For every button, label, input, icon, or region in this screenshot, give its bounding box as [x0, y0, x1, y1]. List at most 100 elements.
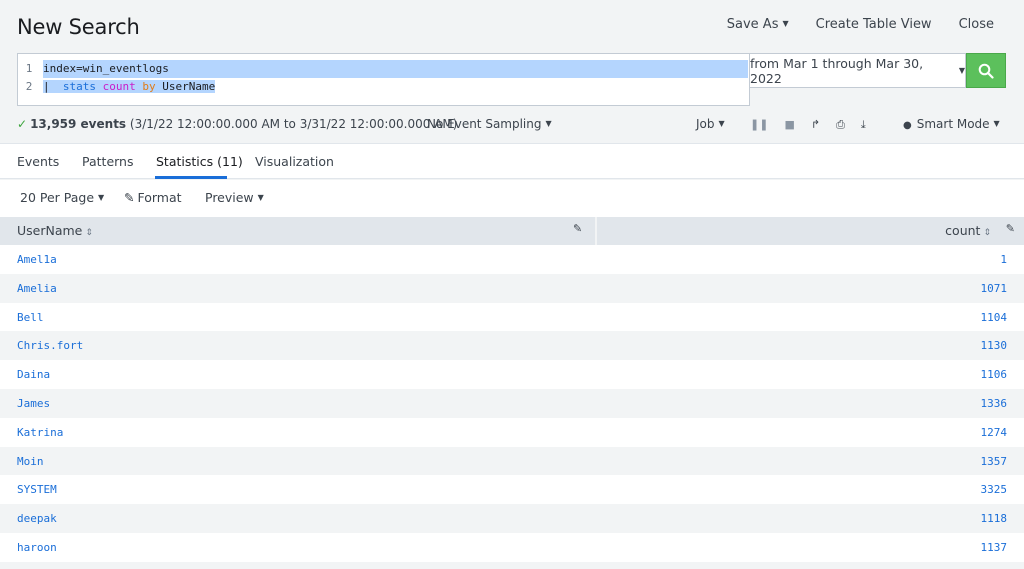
page-header: New Search Save As ▼ Create Table View Cl… — [0, 0, 1024, 50]
search-editor[interactable]: 1 2 index=win_eventlogs | stats count by… — [17, 53, 750, 106]
pencil-icon[interactable]: ✎ — [573, 222, 582, 235]
time-range-picker[interactable]: from Mar 1 through Mar 30, 2022 ▼ — [750, 53, 966, 88]
count-cell[interactable]: 1137 — [981, 541, 1008, 554]
column-header-username[interactable]: UserName ⇕ — [17, 223, 93, 238]
search-icon — [978, 63, 994, 79]
table-row: SYSTEM 3325 — [0, 475, 1024, 505]
chevron-down-icon: ▼ — [782, 19, 789, 28]
search-query[interactable]: index=win_eventlogs | stats count by Use… — [43, 60, 748, 96]
job-controls: ❚❚ ■ ↱ ⎙ ⤓ — [750, 118, 866, 132]
pencil-icon[interactable]: ✎ — [1006, 222, 1015, 235]
tab-visualization[interactable]: Visualization — [255, 154, 334, 169]
column-header-count[interactable]: count ⇕ — [945, 223, 991, 238]
event-sampling-dropdown[interactable]: No Event Sampling ▼ — [427, 117, 552, 131]
username-cell[interactable]: Amel1a — [17, 253, 57, 266]
export-icon[interactable]: ⤓ — [861, 118, 866, 132]
table-row: deepak 1118 — [0, 504, 1024, 533]
chevron-down-icon: ▼ — [718, 119, 725, 128]
save-as-label: Save As — [726, 17, 779, 32]
save-as-button[interactable]: Save As ▼ — [727, 17, 789, 32]
table-row: Daina 1106 — [0, 360, 1024, 389]
count-cell[interactable]: 1104 — [981, 311, 1008, 324]
username-cell[interactable]: Katrina — [17, 426, 63, 439]
table-row: haroon 1137 — [0, 532, 1024, 562]
share-icon[interactable]: ↱ — [811, 118, 820, 132]
count-cell[interactable]: 1130 — [981, 339, 1008, 352]
chevron-down-icon: ▼ — [98, 193, 105, 202]
print-icon[interactable]: ⎙ — [836, 118, 845, 132]
create-table-view-button[interactable]: Create Table View — [816, 17, 932, 32]
page-title: New Search — [17, 15, 140, 39]
stop-icon[interactable]: ■ — [784, 118, 794, 132]
time-range-readout: (3/1/22 12:00:00.000 AM to 3/31/22 12:00… — [129, 117, 458, 131]
count-cell[interactable]: 1274 — [981, 426, 1008, 439]
search-mode-label: Smart Mode — [916, 117, 990, 131]
job-status-bar: ✓ 13,959 events (3/1/22 12:00:00.000 AM t… — [17, 117, 1007, 135]
sort-icon: ⇕ — [85, 228, 93, 238]
job-label: Job — [696, 117, 715, 131]
table-row: James 1336 — [0, 388, 1024, 418]
sort-icon: ⇕ — [983, 228, 991, 238]
close-button[interactable]: Close — [959, 17, 994, 32]
preview-label: Preview — [205, 190, 254, 205]
job-menu[interactable]: Job ▼ — [696, 117, 725, 131]
username-cell[interactable]: deepak — [17, 512, 57, 525]
tab-events[interactable]: Events — [17, 154, 59, 169]
search-mode-dropdown[interactable]: ● Smart Mode ▼ — [903, 117, 1000, 131]
preview-dropdown[interactable]: Preview ▼ — [205, 190, 264, 205]
query-pipe: | — [43, 80, 63, 93]
time-range-label: from Mar 1 through Mar 30, 2022 — [750, 55, 924, 86]
username-cell[interactable]: SYSTEM — [17, 483, 57, 496]
pencil-icon: ✎ — [124, 190, 135, 205]
tab-statistics[interactable]: Statistics (11) — [156, 154, 243, 169]
chevron-down-icon: ▼ — [257, 193, 264, 202]
count-cell[interactable]: 1106 — [981, 368, 1008, 381]
chevron-down-icon: ▼ — [958, 66, 965, 75]
column-divider — [595, 217, 597, 245]
username-cell[interactable]: James — [17, 397, 50, 410]
table-row: Chris.fort 1130 — [0, 331, 1024, 361]
table-row: Amel1a 1 — [0, 245, 1024, 274]
username-cell[interactable]: Moin — [17, 455, 44, 468]
table-row: Katrina 1274 — [0, 417, 1024, 447]
username-cell[interactable]: Daina — [17, 368, 50, 381]
line-number: 2 — [25, 80, 33, 93]
query-field: UserName — [162, 80, 216, 93]
pause-icon[interactable]: ❚❚ — [750, 118, 768, 132]
checkmark-icon: ✓ — [17, 117, 28, 131]
per-page-label: 20 Per Page — [20, 190, 95, 205]
column-label: UserName — [17, 223, 83, 238]
username-cell[interactable]: Bell — [17, 311, 44, 324]
chevron-down-icon: ▼ — [993, 119, 1000, 128]
statistics-table: UserName ⇕ ✎ count ⇕ ✎ Amel1a 1 Amelia 1071 Be… — [0, 217, 1024, 562]
count-cell[interactable]: 1118 — [981, 512, 1008, 525]
lightbulb-icon: ● — [903, 120, 912, 131]
username-cell[interactable]: Amelia — [17, 282, 57, 295]
format-button[interactable]: ✎ Format — [124, 190, 182, 205]
table-header: UserName ⇕ ✎ count ⇕ ✎ — [0, 217, 1024, 245]
line-number-gutter: 1 2 — [18, 60, 40, 96]
count-cell[interactable]: 1336 — [981, 397, 1008, 410]
query-line-1: index=win_eventlogs — [43, 60, 748, 78]
count-cell[interactable]: 1071 — [981, 282, 1008, 295]
count-cell[interactable]: 3325 — [981, 483, 1008, 496]
table-row: Moin 1357 — [0, 446, 1024, 476]
results-tabs: Events Patterns Statistics (11) Visualiz… — [0, 143, 1024, 179]
table-row: Bell 1104 — [0, 302, 1024, 332]
column-label: count — [945, 223, 981, 238]
query-line-2: | stats count by UserName — [43, 78, 748, 96]
count-cell[interactable]: 1 — [1000, 253, 1007, 266]
username-cell[interactable]: haroon — [17, 541, 57, 554]
query-text: index=win_eventlogs — [43, 62, 169, 75]
header-actions: Save As ▼ Create Table View Close — [727, 17, 994, 32]
username-cell[interactable]: Chris.fort — [17, 339, 83, 352]
search-button[interactable] — [966, 53, 1006, 88]
tab-patterns[interactable]: Patterns — [82, 154, 133, 169]
line-number: 1 — [25, 62, 33, 75]
table-body: Amel1a 1 Amelia 1071 Bell 1104 Chris.fort 1130 D… — [0, 245, 1024, 562]
table-row: Amelia 1071 — [0, 273, 1024, 303]
per-page-dropdown[interactable]: 20 Per Page ▼ — [20, 190, 104, 205]
query-command: stats — [62, 80, 96, 93]
chevron-down-icon: ▼ — [545, 119, 552, 128]
count-cell[interactable]: 1357 — [981, 455, 1008, 468]
